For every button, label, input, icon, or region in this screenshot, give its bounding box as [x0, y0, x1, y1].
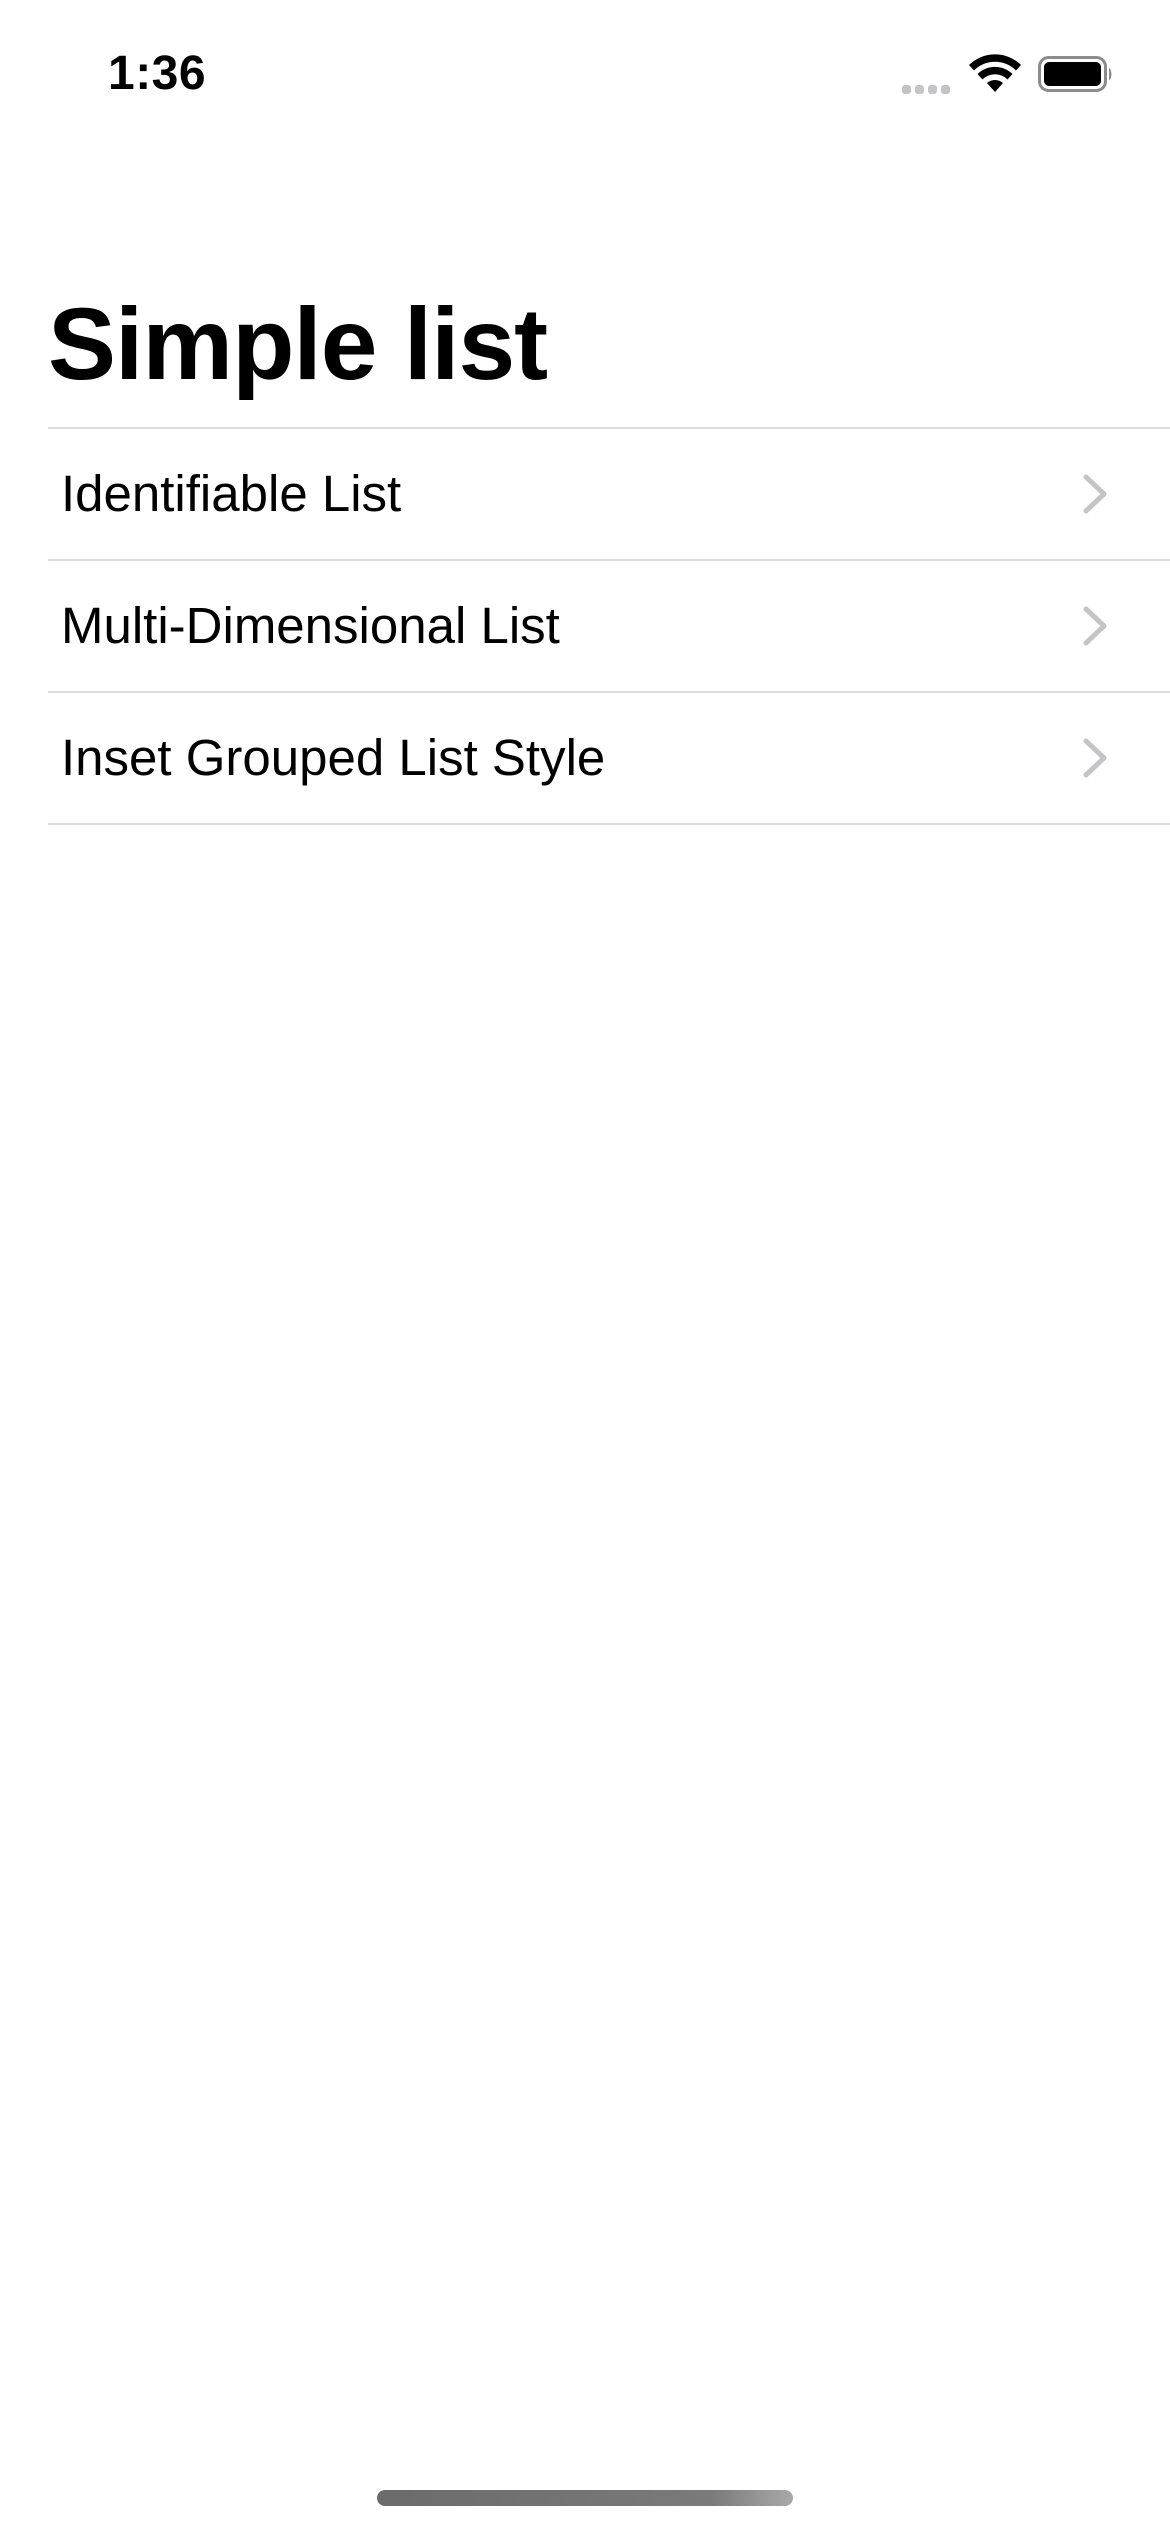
battery-icon: [1038, 56, 1112, 92]
status-time: 1:36: [108, 47, 207, 100]
status-bar: 1:36: [0, 0, 1170, 150]
list-item-inset-grouped-list-style[interactable]: Inset Grouped List Style: [48, 693, 1170, 825]
cellular-signal-icon: [902, 54, 950, 94]
chevron-right-icon: [1083, 474, 1107, 514]
chevron-right-icon: [1083, 606, 1107, 646]
list-item-multi-dimensional-list[interactable]: Multi-Dimensional List: [48, 561, 1170, 693]
list-item-identifiable-list[interactable]: Identifiable List: [48, 429, 1170, 561]
list-item-label: Identifiable List: [61, 465, 402, 522]
list-item-label: Multi-Dimensional List: [61, 597, 560, 654]
page-title: Simple list: [48, 287, 548, 401]
chevron-right-icon: [1083, 738, 1107, 778]
list-item-label: Inset Grouped List Style: [61, 729, 606, 786]
navigation-list: Identifiable List Multi-Dimensional List…: [48, 427, 1170, 825]
wifi-icon: [969, 54, 1021, 92]
home-indicator[interactable]: [377, 2490, 793, 2506]
status-icons: [902, 52, 1114, 96]
